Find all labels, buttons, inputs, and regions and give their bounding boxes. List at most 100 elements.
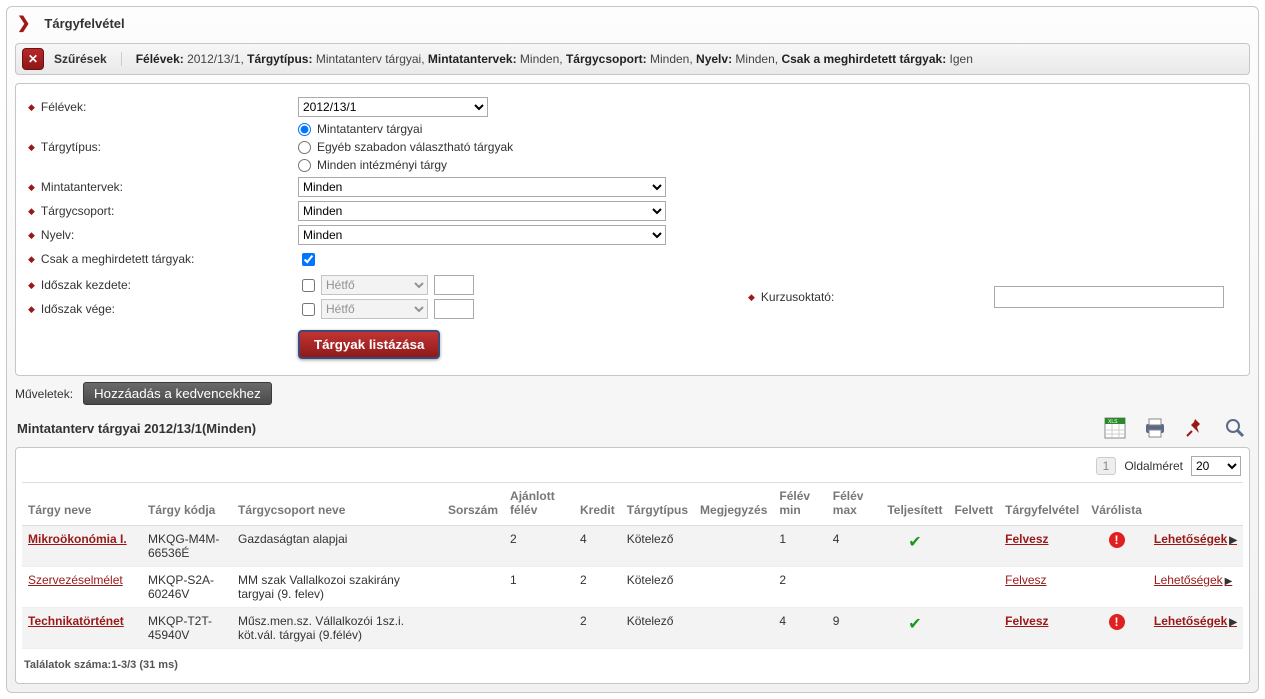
results-table: Tárgy neve Tárgy kódja Tárgycsoport neve…	[22, 483, 1243, 649]
summary-val: 2012/13/1,	[187, 52, 244, 66]
col-felev-min[interactable]: Félév min	[773, 483, 826, 526]
main-panel: ❯ Tárgyfelvétel ✕ Szűrések Félévek: 2012…	[6, 6, 1259, 693]
pin-icon[interactable]	[1182, 415, 1208, 441]
csak-checkbox[interactable]	[302, 253, 315, 266]
idoszak-kezdete-checkbox[interactable]	[302, 279, 315, 292]
cell-varolista: !	[1085, 526, 1148, 567]
diamond-icon: ◆	[28, 206, 35, 217]
collapse-button[interactable]: ✕	[22, 48, 44, 70]
table-row: Mikroökonómia I. MKQG-M4M-66536ÉGazdaságt…	[22, 526, 1243, 567]
radio-minden[interactable]	[298, 159, 311, 172]
cell-fmin: 2	[773, 567, 826, 608]
warning-icon: !	[1109, 614, 1125, 630]
subject-link[interactable]: Mikroökonómia I.	[28, 532, 127, 546]
summary-key: Tárgytípus:	[247, 52, 312, 66]
nyelv-select[interactable]: Minden	[298, 225, 666, 245]
cell-felvett	[948, 608, 999, 649]
options-link[interactable]: Lehetőségek▶	[1154, 614, 1237, 628]
felvesz-link[interactable]: Felvesz	[1005, 614, 1048, 628]
col-targycsoport[interactable]: Tárgycsoport neve	[232, 483, 442, 526]
print-icon[interactable]	[1142, 415, 1168, 441]
label-felevek: Félévek:	[41, 100, 86, 114]
cell-kredit: 2	[574, 567, 621, 608]
subject-link[interactable]: Szervezéselmélet	[28, 573, 123, 587]
idoszak-kezdete-time[interactable]	[434, 275, 474, 295]
filter-summary: Félévek: 2012/13/1, Tárgytípus: Mintatan…	[136, 52, 973, 66]
kurzusoktato-input[interactable]	[994, 286, 1224, 308]
cell-code: MKQG-M4M-66536É	[142, 526, 232, 567]
summary-val: Mintatanterv tárgyai,	[316, 52, 425, 66]
chevron-right-icon: ❯	[17, 13, 30, 33]
options-link[interactable]: Lehetőségek▶	[1154, 573, 1232, 587]
label-mintatantervek: Mintatantervek:	[41, 180, 123, 194]
pager: 1 Oldalméret 20	[22, 452, 1243, 483]
summary-key: Tárgycsoport:	[566, 52, 647, 66]
col-targy-kodja[interactable]: Tárgy kódja	[142, 483, 232, 526]
col-megjegyzes[interactable]: Megjegyzés	[694, 483, 773, 526]
cell-group: MM szak Vallalkozoi szakirány targyai (9…	[232, 567, 442, 608]
table-row: SzervezéselméletMKQP-S2A-60246VMM szak V…	[22, 567, 1243, 608]
result-header: Mintatanterv tárgyai 2012/13/1(Minden) X…	[17, 415, 1248, 441]
radio-egyeb[interactable]	[298, 141, 311, 154]
label-targytipus: Tárgytípus:	[41, 140, 101, 154]
panel-header: ❯ Tárgyfelvétel	[15, 7, 1250, 43]
cell-sorszam	[442, 567, 504, 608]
cell-teljesitett: ✔	[881, 526, 948, 567]
targycsoport-select[interactable]: Minden	[298, 201, 666, 221]
filter-form: ◆ Félévek: 2012/13/1 ◆ Tárgytípus: Mintata…	[15, 83, 1250, 376]
cell-ajanlott: 2	[504, 526, 574, 567]
cell-fmax: 9	[827, 608, 882, 649]
page-size-select[interactable]: 20	[1191, 456, 1241, 476]
svg-text:XLS: XLS	[1108, 419, 1118, 425]
diamond-icon: ◆	[28, 102, 35, 113]
label-kurzusoktato: Kurzusoktató:	[761, 290, 834, 304]
col-ajanlott[interactable]: Ajánlott félév	[504, 483, 574, 526]
check-icon: ✔	[908, 534, 921, 551]
col-targytipus[interactable]: Tárgytípus	[621, 483, 694, 526]
list-subjects-button[interactable]: Tárgyak listázása	[298, 330, 440, 359]
col-sorszam[interactable]: Sorszám	[442, 483, 504, 526]
felvesz-link[interactable]: Felvesz	[1005, 573, 1046, 587]
export-xls-icon[interactable]: XLS	[1102, 415, 1128, 441]
subject-link[interactable]: Technikatörténet	[28, 614, 124, 628]
idoszak-vege-day[interactable]: Hétfő	[321, 299, 428, 319]
felevek-select[interactable]: 2012/13/1	[298, 97, 488, 117]
cell-sorszam	[442, 608, 504, 649]
idoszak-kezdete-day[interactable]: Hétfő	[321, 275, 428, 295]
col-kredit[interactable]: Kredit	[574, 483, 621, 526]
cell-kredit: 4	[574, 526, 621, 567]
filter-title: Szűrések	[54, 52, 122, 66]
col-options	[1148, 483, 1243, 526]
col-varolista[interactable]: Várólista	[1085, 483, 1148, 526]
diamond-icon: ◆	[28, 230, 35, 241]
toolbar-icons: XLS	[1102, 415, 1248, 441]
actions-bar: Műveletek: Hozzáadás a kedvencekhez	[15, 382, 1250, 405]
search-icon[interactable]	[1222, 415, 1248, 441]
actions-label: Műveletek:	[15, 387, 73, 401]
col-targy-neve[interactable]: Tárgy neve	[22, 483, 142, 526]
col-felev-max[interactable]: Félév max	[827, 483, 882, 526]
results-footer: Találatok száma:1-3/3 (31 ms)	[22, 655, 1243, 675]
diamond-icon: ◆	[28, 304, 35, 315]
idoszak-vege-time[interactable]	[434, 299, 474, 319]
mintatantervek-select[interactable]: Minden	[298, 177, 666, 197]
idoszak-vege-checkbox[interactable]	[302, 303, 315, 316]
cell-group: Gazdaságtan alapjai	[232, 526, 442, 567]
cell-fmax	[827, 567, 882, 608]
add-favorites-button[interactable]: Hozzáadás a kedvencekhez	[83, 382, 272, 405]
page-title: Tárgyfelvétel	[44, 16, 124, 31]
label-csak: Csak a meghirdetett tárgyak:	[41, 252, 194, 266]
col-felvett[interactable]: Felvett	[948, 483, 999, 526]
label-targycsoport: Tárgycsoport:	[41, 204, 114, 218]
diamond-icon: ◆	[748, 292, 755, 303]
radio-mintatanterv[interactable]	[298, 123, 311, 136]
col-teljesitett[interactable]: Teljesített	[881, 483, 948, 526]
cell-fmin: 4	[773, 608, 826, 649]
options-link[interactable]: Lehetőségek▶	[1154, 532, 1237, 546]
summary-key: Csak a meghirdetett tárgyak:	[781, 52, 946, 66]
col-targyfelvetel[interactable]: Tárgyfelvétel	[999, 483, 1085, 526]
summary-key: Mintatantervek:	[428, 52, 517, 66]
felvesz-link[interactable]: Felvesz	[1005, 532, 1048, 546]
radio-label: Egyéb szabadon választható tárgyak	[317, 140, 513, 154]
page-number[interactable]: 1	[1096, 457, 1117, 475]
